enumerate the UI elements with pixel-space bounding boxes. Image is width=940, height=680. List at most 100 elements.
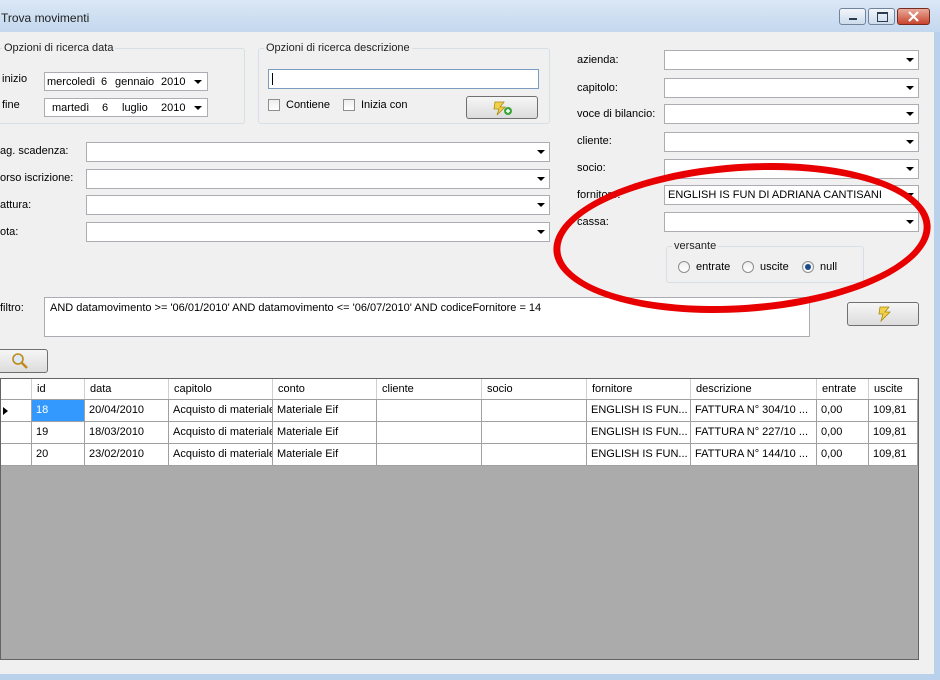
- column-header-cliente[interactable]: cliente: [377, 379, 482, 399]
- voce-bilancio-combo[interactable]: [664, 104, 919, 124]
- table-row-cell[interactable]: 20/04/2010: [85, 400, 169, 422]
- chevron-down-icon[interactable]: [537, 230, 545, 234]
- chevron-down-icon[interactable]: [906, 140, 914, 144]
- table-row-cell[interactable]: FATTURA N° 144/10 ...: [691, 444, 817, 466]
- null-radio[interactable]: [802, 261, 814, 273]
- table-row-cell[interactable]: [377, 422, 482, 444]
- cassa-combo[interactable]: [664, 212, 919, 232]
- table-row-cell[interactable]: 18: [32, 400, 85, 422]
- chevron-down-icon[interactable]: [194, 80, 202, 84]
- table-row-cell[interactable]: 109,81: [869, 444, 918, 466]
- table-row-cell[interactable]: [482, 400, 587, 422]
- inizio-label: inizio: [2, 73, 28, 85]
- chevron-down-icon[interactable]: [906, 193, 914, 197]
- table-row-cell[interactable]: Acquisto di materiale: [169, 444, 273, 466]
- table-row-cell[interactable]: 18/03/2010: [85, 422, 169, 444]
- row-header[interactable]: [1, 400, 32, 422]
- cassa-label: cassa:: [577, 216, 609, 228]
- column-header-descrizione[interactable]: descrizione: [691, 379, 817, 399]
- column-header-entrate[interactable]: entrate: [817, 379, 869, 399]
- title-bar[interactable]: Trova movimenti: [0, 0, 940, 32]
- form-client-area: Opzioni di ricerca data inizio fine merc…: [0, 32, 934, 674]
- table-row-cell[interactable]: 20: [32, 444, 85, 466]
- socio-combo[interactable]: [664, 159, 919, 179]
- column-header-conto[interactable]: conto: [273, 379, 377, 399]
- uscite-label[interactable]: uscite: [760, 261, 789, 273]
- fornitore-value: ENGLISH IS FUN DI ADRIANA CANTISANI: [668, 189, 882, 201]
- chevron-down-icon[interactable]: [906, 86, 914, 90]
- table-row-cell[interactable]: [377, 444, 482, 466]
- table-row-cell[interactable]: FATTURA N° 227/10 ...: [691, 422, 817, 444]
- inizia-con-checkbox[interactable]: [343, 99, 355, 111]
- table-row-cell[interactable]: Materiale Eif: [273, 400, 377, 422]
- table-row-cell[interactable]: 109,81: [869, 422, 918, 444]
- table-row-cell[interactable]: 109,81: [869, 400, 918, 422]
- table-row-cell[interactable]: FATTURA N° 304/10 ...: [691, 400, 817, 422]
- table-row-cell[interactable]: Acquisto di materiale: [169, 422, 273, 444]
- voce-bilancio-label: voce di bilancio:: [577, 108, 656, 120]
- fattura-combo[interactable]: [86, 195, 550, 215]
- nota-combo[interactable]: [86, 222, 550, 242]
- maximize-icon: [877, 12, 888, 22]
- table-row-cell[interactable]: [377, 400, 482, 422]
- add-filter-button[interactable]: [466, 96, 538, 119]
- chevron-down-icon[interactable]: [537, 150, 545, 154]
- table-row-cell[interactable]: ENGLISH IS FUN...: [587, 422, 691, 444]
- column-header-fornitore[interactable]: fornitore: [587, 379, 691, 399]
- uscite-radio[interactable]: [742, 261, 754, 273]
- inizio-date-picker[interactable]: mercoledì 6 gennaio 2010: [44, 72, 208, 91]
- description-input[interactable]: [268, 69, 539, 89]
- minimize-button[interactable]: [839, 8, 866, 25]
- close-button[interactable]: [897, 8, 930, 25]
- fattura-label: attura:: [0, 199, 32, 211]
- row-header[interactable]: [1, 444, 32, 466]
- table-row-cell[interactable]: ENGLISH IS FUN...: [587, 400, 691, 422]
- filtro-textarea[interactable]: AND datamovimento >= '06/01/2010' AND da…: [44, 297, 810, 337]
- contiene-label[interactable]: Contiene: [286, 99, 330, 111]
- capitolo-combo[interactable]: [664, 78, 919, 98]
- apply-filter-button[interactable]: [847, 302, 919, 326]
- azienda-combo[interactable]: [664, 50, 919, 70]
- column-header-uscite[interactable]: uscite: [869, 379, 918, 399]
- chevron-down-icon[interactable]: [906, 112, 914, 116]
- chevron-down-icon[interactable]: [906, 58, 914, 62]
- table-row-cell[interactable]: 0,00: [817, 444, 869, 466]
- socio-label: socio:: [577, 162, 606, 174]
- fine-date-picker[interactable]: martedì 6 luglio 2010: [44, 98, 208, 117]
- table-row-cell[interactable]: 23/02/2010: [85, 444, 169, 466]
- pag-scadenza-label: ag. scadenza:: [0, 145, 69, 157]
- inizia-con-label[interactable]: Inizia con: [361, 99, 407, 111]
- fornitore-combo[interactable]: ENGLISH IS FUN DI ADRIANA CANTISANI: [664, 185, 919, 205]
- table-row-cell[interactable]: Acquisto di materiale: [169, 400, 273, 422]
- column-header-capitolo[interactable]: capitolo: [169, 379, 273, 399]
- row-header[interactable]: [1, 422, 32, 444]
- table-row-cell[interactable]: Materiale Eif: [273, 422, 377, 444]
- entrate-radio[interactable]: [678, 261, 690, 273]
- column-header-id[interactable]: id: [32, 379, 85, 399]
- search-button[interactable]: [0, 349, 48, 373]
- table-row-cell[interactable]: Materiale Eif: [273, 444, 377, 466]
- chevron-down-icon[interactable]: [906, 220, 914, 224]
- pag-scadenza-combo[interactable]: [86, 142, 550, 162]
- table-row-cell[interactable]: 0,00: [817, 400, 869, 422]
- table-row-cell[interactable]: 0,00: [817, 422, 869, 444]
- lightning-icon: [878, 306, 891, 322]
- chevron-down-icon[interactable]: [194, 106, 202, 110]
- table-row-cell[interactable]: ENGLISH IS FUN...: [587, 444, 691, 466]
- cliente-combo[interactable]: [664, 132, 919, 152]
- chevron-down-icon[interactable]: [906, 167, 914, 171]
- corso-iscrizione-combo[interactable]: [86, 169, 550, 189]
- chevron-down-icon[interactable]: [537, 177, 545, 181]
- entrate-label[interactable]: entrate: [696, 261, 730, 273]
- table-row-cell[interactable]: [482, 444, 587, 466]
- contiene-checkbox[interactable]: [268, 99, 280, 111]
- movements-grid[interactable]: id data capitolo conto cliente socio for…: [0, 378, 919, 660]
- column-header-socio[interactable]: socio: [482, 379, 587, 399]
- maximize-button[interactable]: [868, 8, 895, 25]
- table-row-cell[interactable]: [482, 422, 587, 444]
- description-group-title: Opzioni di ricerca descrizione: [264, 42, 412, 54]
- column-header-data[interactable]: data: [85, 379, 169, 399]
- chevron-down-icon[interactable]: [537, 203, 545, 207]
- null-label[interactable]: null: [820, 261, 837, 273]
- table-row-cell[interactable]: 19: [32, 422, 85, 444]
